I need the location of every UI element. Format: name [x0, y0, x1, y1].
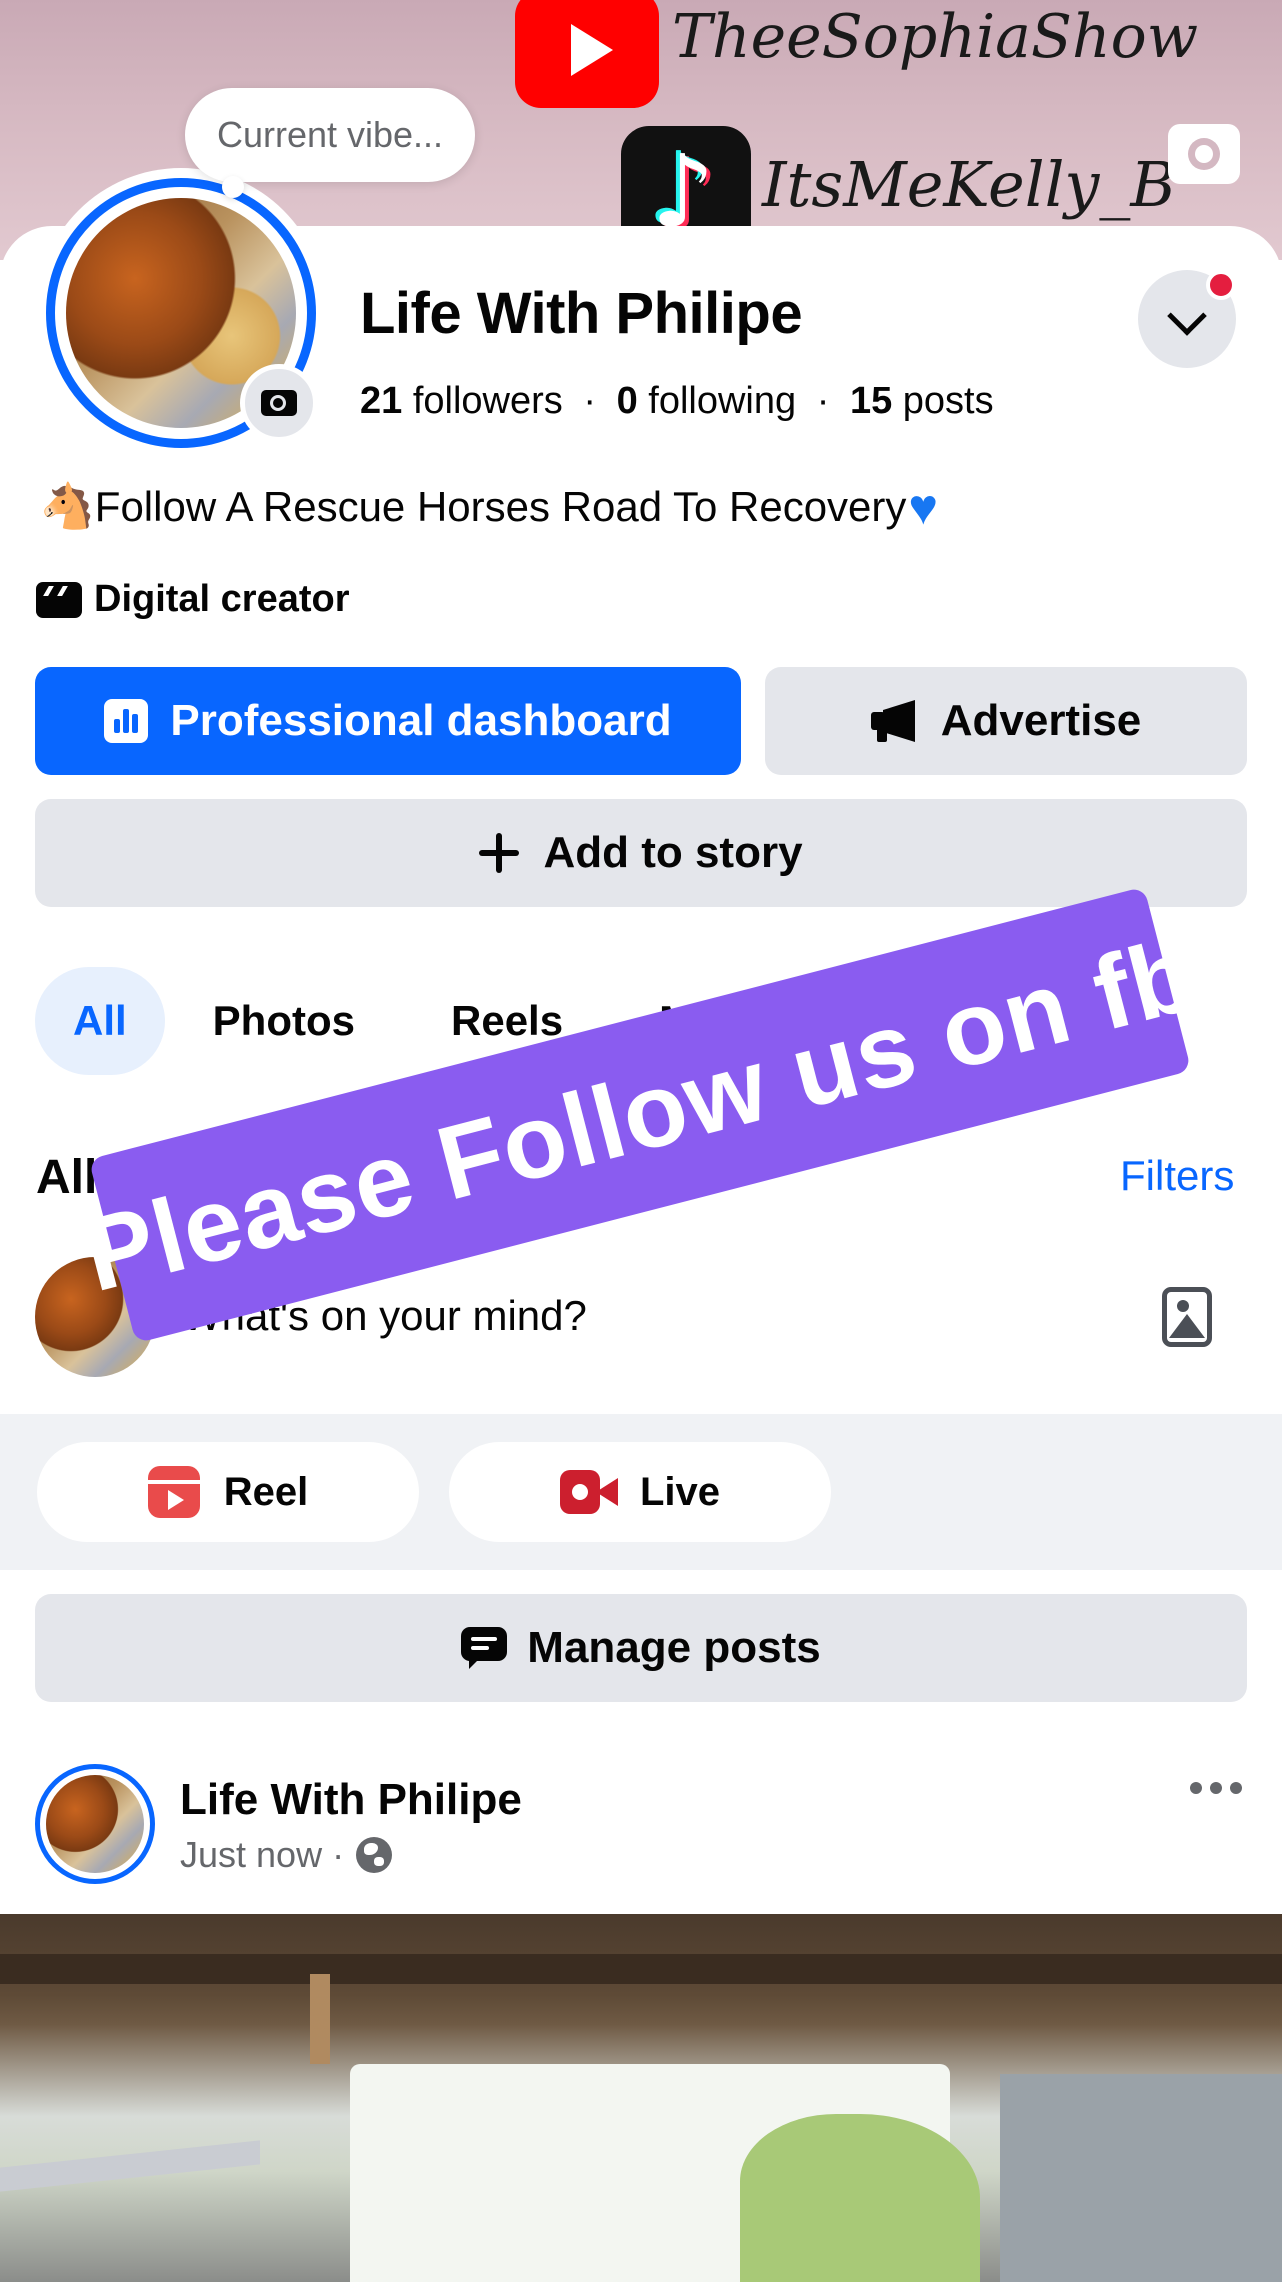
- post-image[interactable]: [0, 1914, 1282, 2282]
- post-timestamp[interactable]: Just now: [180, 1834, 322, 1876]
- profile-stats: 21 followers · 0 following · 15 posts: [360, 380, 994, 423]
- reel-icon: [147, 1466, 200, 1518]
- live-label: Live: [639, 1469, 721, 1514]
- plus-icon: [479, 833, 520, 873]
- manage-posts-label: Manage posts: [527, 1623, 821, 1672]
- dashboard-chart-icon: [104, 699, 149, 743]
- advertise-label: Advertise: [940, 696, 1142, 745]
- professional-dashboard-button[interactable]: Professional dashboard: [35, 667, 741, 775]
- bio-text: Follow A Rescue Horses Road To Recovery: [94, 483, 907, 530]
- manage-posts-button[interactable]: Manage posts: [35, 1594, 1247, 1702]
- horse-emoji-icon: 🐴: [40, 481, 95, 532]
- stats-separator: ·: [816, 380, 830, 422]
- chevron-down-icon: [1167, 296, 1207, 336]
- meta-separator: ·: [332, 1834, 345, 1875]
- add-to-story-button[interactable]: Add to story: [35, 799, 1247, 907]
- create-reel-button[interactable]: Reel: [37, 1442, 419, 1542]
- current-vibe-bubble[interactable]: Current vibe...: [185, 88, 475, 182]
- profile-bio: 🐴 Follow A Rescue Horses Road To Recover…: [40, 478, 938, 536]
- dashboard-label: Professional dashboard: [170, 696, 672, 745]
- globe-icon: [356, 1837, 393, 1873]
- megaphone-icon: [870, 700, 919, 742]
- chat-bubble-icon: [461, 1627, 508, 1669]
- add-story-label: Add to story: [543, 828, 803, 877]
- followers-label[interactable]: followers: [413, 380, 563, 422]
- profile-category: Digital creator: [36, 578, 350, 621]
- more-options-icon[interactable]: [1190, 1782, 1242, 1796]
- youtube-logo-icon: [515, 0, 659, 108]
- photo-icon[interactable]: [1162, 1287, 1212, 1347]
- followers-count[interactable]: 21: [360, 380, 402, 422]
- cover-tiktok-handle: ItsMeKelly_B: [762, 148, 1176, 221]
- post-author-name[interactable]: Life With Philipe: [180, 1775, 522, 1825]
- tab-photos[interactable]: Photos: [165, 967, 403, 1075]
- category-label: Digital creator: [94, 578, 350, 620]
- profile-menu-button[interactable]: [1138, 270, 1236, 368]
- notification-dot: [1206, 270, 1236, 300]
- post-meta: Just now ·: [180, 1834, 393, 1876]
- reel-label: Reel: [223, 1469, 309, 1514]
- following-label[interactable]: following: [648, 380, 796, 422]
- clapperboard-icon: [36, 581, 82, 618]
- cover-camera-icon[interactable]: [1168, 124, 1240, 184]
- following-count[interactable]: 0: [617, 380, 638, 422]
- vibe-bubble-tail: [222, 176, 244, 198]
- post-author-avatar[interactable]: [35, 1764, 155, 1884]
- filters-link[interactable]: Filters: [1120, 1152, 1234, 1200]
- video-camera-icon: [559, 1470, 618, 1514]
- go-live-button[interactable]: Live: [449, 1442, 831, 1542]
- avatar-camera-icon[interactable]: [240, 364, 318, 442]
- stats-separator: ·: [583, 380, 597, 422]
- blue-heart-icon: ♥: [908, 479, 939, 535]
- cover-youtube-handle: TheeSophiaShow: [672, 2, 1199, 72]
- posts-label: posts: [902, 380, 994, 422]
- advertise-button[interactable]: Advertise: [765, 667, 1247, 775]
- tab-all[interactable]: All: [35, 967, 165, 1075]
- posts-count: 15: [849, 380, 893, 422]
- page-title: Life With Philipe: [360, 281, 803, 346]
